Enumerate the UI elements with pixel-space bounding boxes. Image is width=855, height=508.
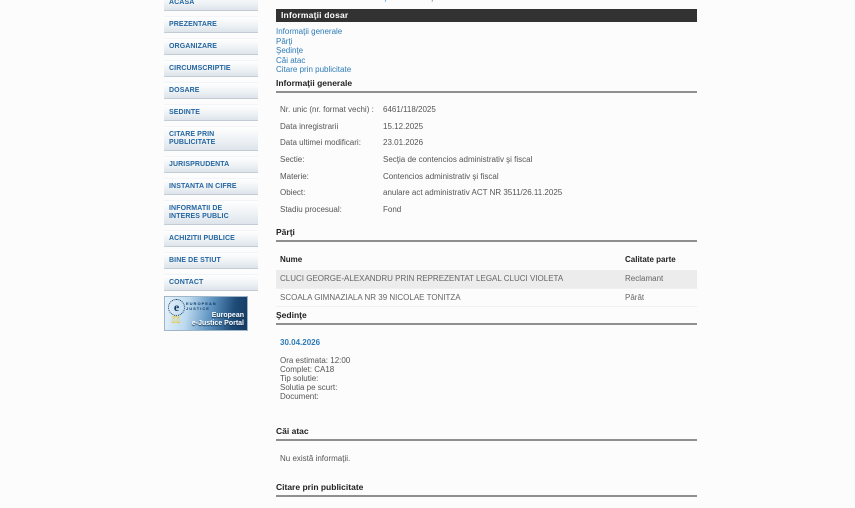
field-value: Fond — [383, 205, 697, 214]
heading-sedinte: Şedinţe — [276, 311, 697, 325]
field-label: Data ultimei modificari: — [276, 138, 383, 147]
field-row-materie: Materie: Contencios administrativ şi fis… — [276, 172, 697, 189]
field-value: 15.12.2025 — [383, 122, 697, 131]
sidebar: ACASA PREZENTARE ORGANIZARE CIRCUMSCRIPT… — [164, 0, 258, 331]
ejustice-tiny-line2: JUSTICE — [186, 306, 210, 311]
sidebar-item-organizare[interactable]: ORGANIZARE — [164, 38, 258, 55]
column-header-nume: Nume — [276, 255, 625, 264]
field-row-data-inregistrarii: Data inregistrarii 15.12.2025 — [276, 122, 697, 139]
party-name: CLUCI GEORGE-ALEXANDRU PRIN REPREZENTAT … — [276, 274, 625, 283]
heading-citare-prin-publicitate: Citare prin publicitate — [276, 483, 697, 497]
field-label: Obiect: — [276, 188, 383, 197]
sidebar-item-jurisprudenta[interactable]: JURISPRUDENTA — [164, 156, 258, 173]
party-name: SCOALA GIMNAZIALA NR 39 NICOLAE TONITZA — [276, 293, 625, 302]
parties-table: Nume Calitate parte CLUCI GEORGE-ALEXAND… — [276, 250, 697, 307]
hearing-date-link[interactable]: 30.04.2026 — [280, 338, 320, 347]
sidebar-item-informatii-de-interes-public[interactable]: INFORMATII DE INTERES PUBLIC — [164, 200, 258, 225]
ejustice-portal-label: European e-Justice Portal — [192, 312, 244, 328]
breadcrumb-separator: » — [393, 0, 403, 2]
party-quality: Pârât — [625, 293, 697, 302]
quick-link-informatii-generale[interactable]: Informaţii generale — [276, 27, 351, 37]
field-label: Sectie: — [276, 155, 383, 164]
field-label: Data inregistrarii — [276, 122, 383, 131]
breadcrumb-link-tribunal[interactable]: Tribunalul CONSTANŢA — [307, 0, 393, 2]
section-quick-links: Informaţii generale Părţi Şedinţe Căi at… — [276, 27, 351, 75]
sidebar-item-contact[interactable]: CONTACT — [164, 274, 258, 291]
party-quality: Reclamant — [625, 274, 697, 283]
hearing-detail-solutia-pe-scurt: Solutia pe scurt: — [280, 383, 350, 392]
sidebar-item-citare-prin-publicitate[interactable]: CITARE PRIN PUBLICITATE — [164, 126, 258, 151]
field-value: 23.01.2026 — [383, 138, 697, 147]
case-info-fields: Nr. unic (nr. format vechi) : 6461/118/2… — [276, 105, 697, 222]
ejustice-portal-banner[interactable]: e EUROPEAN JUSTICE ⚖ European e-Justice … — [164, 296, 248, 331]
parties-table-header: Nume Calitate parte — [276, 250, 697, 270]
field-row-data-ultimei-modificari: Data ultimei modificari: 23.01.2026 — [276, 138, 697, 155]
heading-parti: Părţi — [276, 228, 697, 242]
field-row-nr-unic: Nr. unic (nr. format vechi) : 6461/118/2… — [276, 105, 697, 122]
heading-informatii-generale: Informaţii generale — [276, 79, 697, 93]
breadcrumb-current: Informaţii dosar — [404, 0, 459, 2]
breadcrumb-separator: » — [297, 0, 307, 2]
field-value: Contencios administrativ şi fiscal — [383, 172, 697, 181]
breadcrumb: Portal»Tribunalul CONSTANŢA»Informaţii d… — [276, 0, 459, 3]
no-info-text: Nu există informaţii. — [280, 454, 350, 463]
sidebar-item-instanta-in-cifre[interactable]: INSTANTA IN CIFRE — [164, 178, 258, 195]
scales-of-justice-icon: ⚖ — [171, 314, 181, 326]
ejustice-label-line1: European — [212, 312, 244, 319]
column-header-calitate-parte: Calitate parte — [625, 255, 697, 264]
field-label: Stadiu procesual: — [276, 205, 383, 214]
table-row: SCOALA GIMNAZIALA NR 39 NICOLAE TONITZA … — [276, 289, 697, 308]
hearing-details: Ora estimata: 12:00 Complet: CA18 Tip so… — [280, 356, 350, 401]
sidebar-item-circumscriptie[interactable]: CIRCUMSCRIPTIE — [164, 60, 258, 77]
ejustice-label-line2: e-Justice Portal — [192, 320, 244, 327]
field-label: Nr. unic (nr. format vechi) : — [276, 105, 383, 114]
quick-link-sedinte[interactable]: Şedinţe — [276, 46, 351, 56]
field-row-obiect: Obiect: anulare act administrativ ACT NR… — [276, 188, 697, 205]
field-value: anulare act administrativ ACT NR 3511/26… — [383, 188, 697, 197]
sidebar-item-bine-de-stiut[interactable]: BINE DE STIUT — [164, 252, 258, 269]
field-label: Materie: — [276, 172, 383, 181]
ejustice-tiny-label: EUROPEAN JUSTICE — [186, 301, 217, 311]
field-value: Secţia de contencios administrativ şi fi… — [383, 155, 697, 164]
page-title-bar: Informaţii dosar — [276, 9, 697, 22]
hearing-detail-tip-solutie: Tip solutie: — [280, 374, 350, 383]
sidebar-item-achizitii-publice[interactable]: ACHIZITII PUBLICE — [164, 230, 258, 247]
field-value: 6461/118/2025 — [383, 105, 697, 114]
sidebar-item-acasa[interactable]: ACASA — [164, 0, 258, 11]
sidebar-item-dosare[interactable]: DOSARE — [164, 82, 258, 99]
sidebar-item-sedinte[interactable]: SEDINTE — [164, 104, 258, 121]
field-row-stadiu-procesual: Stadiu procesual: Fond — [276, 205, 697, 222]
quick-link-cai-atac[interactable]: Căi atac — [276, 56, 351, 66]
sidebar-item-prezentare[interactable]: PREZENTARE — [164, 16, 258, 33]
hearing-detail-complet: Complet: CA18 — [280, 365, 350, 374]
hearing-detail-document: Document: — [280, 392, 350, 401]
hearing-detail-ora-estimata: Ora estimata: 12:00 — [280, 356, 350, 365]
heading-cai-atac: Căi atac — [276, 427, 697, 441]
table-row: CLUCI GEORGE-ALEXANDRU PRIN REPREZENTAT … — [276, 270, 697, 289]
field-row-sectie: Sectie: Secţia de contencios administrat… — [276, 155, 697, 172]
breadcrumb-link-portal[interactable]: Portal — [276, 0, 297, 2]
quick-link-parti[interactable]: Părţi — [276, 37, 351, 47]
quick-link-citare-prin-publicitate[interactable]: Citare prin publicitate — [276, 65, 351, 75]
